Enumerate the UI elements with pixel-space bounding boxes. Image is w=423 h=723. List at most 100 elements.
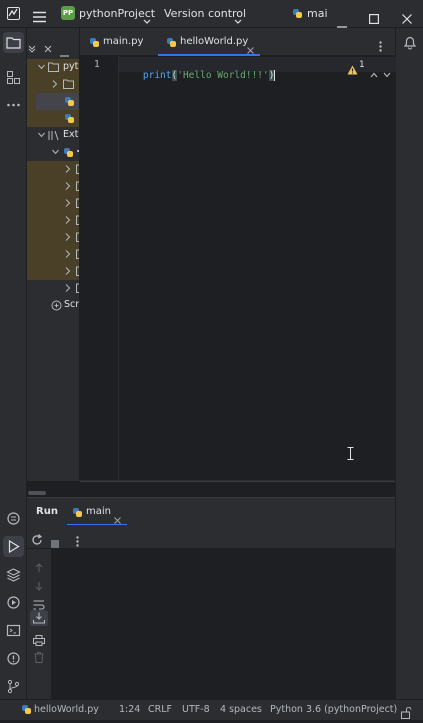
python-file-icon — [65, 114, 74, 123]
git-tool-button[interactable] — [3, 676, 24, 697]
run-tab-main[interactable]: main — [67, 498, 127, 526]
tree-item-sdk-folder[interactable] — [27, 246, 79, 263]
chevron-down-icon[interactable] — [52, 149, 59, 155]
folder-icon — [63, 79, 74, 89]
status-caret-position[interactable]: 1:24 — [119, 704, 140, 715]
tree-item-python-sdk[interactable]: < — [27, 144, 79, 161]
chevron-right-icon[interactable] — [52, 80, 58, 88]
code-editor[interactable]: print('Hello World!!!') 1 — [118, 56, 396, 480]
status-indent[interactable]: 4 spaces — [220, 704, 262, 715]
project-panel: pyth Exte < — [27, 28, 80, 496]
tree-item-label: pyth — [63, 61, 79, 72]
arrow-up-icon[interactable] — [35, 558, 43, 577]
close-window-icon[interactable] — [402, 9, 412, 28]
run-panel-header: Run main — [27, 497, 395, 526]
git-branch-icon — [7, 679, 20, 694]
scrollbar-thumb[interactable] — [28, 491, 46, 495]
tree-item-sdk-folder[interactable] — [27, 263, 79, 280]
chevron-right-icon[interactable] — [65, 284, 71, 292]
tab-options-icon[interactable] — [379, 37, 382, 56]
python-icon — [64, 148, 73, 157]
project-tool-button[interactable] — [3, 32, 24, 53]
scroll-to-end-button[interactable] — [30, 610, 48, 626]
terminal-tool-button[interactable] — [3, 620, 24, 641]
tree-item-sdk-folder[interactable] — [27, 229, 79, 246]
python-file-icon — [167, 38, 176, 47]
editor-bottom-border — [80, 481, 395, 482]
chevron-down-icon[interactable] — [38, 132, 45, 138]
chevron-right-icon[interactable] — [65, 250, 71, 258]
folder-icon — [6, 37, 21, 49]
chevron-right-icon[interactable] — [65, 165, 71, 173]
code-line[interactable]: print('Hello World!!!') — [120, 59, 276, 92]
tree-item-scratches[interactable]: Scra — [27, 297, 80, 314]
python-packages-icon — [7, 512, 20, 525]
structure-tool-button[interactable] — [3, 67, 24, 88]
tree-item-file[interactable] — [27, 110, 79, 127]
warning-count[interactable]: 1 — [359, 60, 365, 70]
more-horizontal-icon — [7, 103, 20, 107]
status-bar: helloWorld.py 1:24 CRLF UTF-8 4 spaces P… — [0, 699, 423, 720]
tree-item-file[interactable] — [27, 93, 79, 110]
status-line-ending[interactable]: CRLF — [148, 704, 172, 715]
chevron-right-icon[interactable] — [65, 199, 71, 207]
run-side-toolbar — [27, 549, 51, 699]
lock-icon[interactable] — [401, 704, 412, 723]
left-tool-strip — [0, 28, 27, 699]
tree-item-sdk-folder[interactable] — [27, 178, 79, 195]
tab-helloworld-py[interactable]: helloWorld.py — [158, 28, 260, 56]
notifications-icon[interactable] — [403, 35, 417, 54]
terminal-icon — [6, 624, 21, 637]
layers-tool-button[interactable] — [3, 564, 24, 585]
python-packages-button[interactable] — [3, 508, 24, 529]
library-icon — [48, 130, 59, 141]
problems-icon — [7, 652, 20, 665]
tree-item-venv[interactable] — [27, 76, 79, 93]
chevron-down-icon[interactable] — [38, 64, 45, 70]
tree-item-sdk-folder[interactable] — [27, 212, 79, 229]
status-encoding[interactable]: UTF-8 — [182, 704, 210, 715]
services-icon — [7, 596, 20, 609]
collapse-all-icon[interactable] — [28, 38, 36, 57]
chevron-up-icon[interactable] — [370, 63, 378, 82]
services-tool-button[interactable] — [3, 592, 24, 613]
tab-main-py[interactable]: main.py — [80, 28, 156, 56]
trash-icon[interactable] — [34, 648, 44, 667]
chevron-down-icon[interactable] — [143, 10, 151, 29]
app-logo-icon[interactable] — [7, 7, 20, 20]
tree-item-sdk-folder[interactable] — [27, 161, 79, 178]
line-number: 1 — [94, 59, 100, 70]
more-tools-button[interactable] — [3, 94, 24, 115]
python-file-icon — [65, 97, 74, 106]
title-bar: PP pythonProject Version control mai — [0, 0, 423, 28]
chevron-down-icon[interactable] — [234, 10, 242, 29]
chevron-right-icon[interactable] — [65, 267, 71, 275]
run-console-output[interactable] — [51, 549, 395, 699]
arrow-down-icon[interactable] — [35, 576, 43, 595]
status-current-file[interactable]: helloWorld.py — [34, 704, 99, 715]
tree-item-sdk-folder[interactable] — [27, 195, 79, 212]
chevron-right-icon[interactable] — [65, 233, 71, 241]
main-menu-icon[interactable] — [33, 8, 46, 23]
run-config-dropdown[interactable]: mai — [307, 7, 328, 20]
tree-item-sdk-folder[interactable] — [27, 280, 79, 297]
tree-item-project-root[interactable]: pyth — [27, 59, 79, 76]
tree-item-external-libraries[interactable]: Exte — [27, 127, 79, 144]
rerun-icon[interactable] — [31, 531, 43, 550]
run-tool-button[interactable] — [3, 536, 24, 557]
horizontal-scrollbar[interactable] — [27, 480, 395, 496]
run-icon — [8, 539, 20, 554]
tree-item-label: Scra — [64, 299, 80, 310]
right-tool-strip — [395, 28, 423, 699]
close-panel-icon[interactable] — [44, 38, 52, 57]
run-panel-title: Run — [36, 506, 58, 517]
chevron-right-icon[interactable] — [65, 216, 71, 224]
structure-icon — [7, 71, 20, 84]
mouse-ibeam-cursor — [347, 445, 354, 464]
warning-icon[interactable] — [347, 60, 358, 79]
status-interpreter[interactable]: Python 3.6 (pythonProject) — [270, 704, 397, 715]
chevron-down-icon[interactable] — [383, 63, 391, 82]
problems-tool-button[interactable] — [3, 648, 24, 669]
chevron-right-icon[interactable] — [65, 182, 71, 190]
maximize-icon[interactable] — [369, 9, 380, 28]
